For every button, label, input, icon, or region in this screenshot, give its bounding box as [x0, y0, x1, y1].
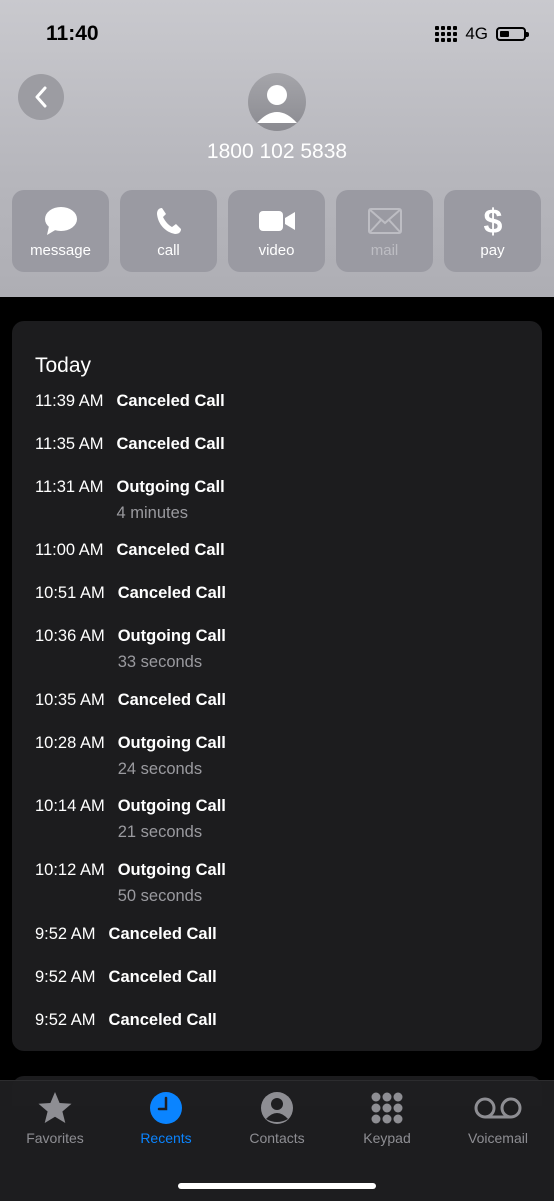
status-indicators: 4G: [435, 24, 529, 44]
call-duration: 50 seconds: [117, 887, 203, 905]
call-time: 10:12 AM: [35, 861, 105, 879]
video-camera-icon: [258, 211, 295, 231]
call-kind: Canceled Call: [108, 968, 217, 986]
action-buttons: message call video mail $ pay: [12, 190, 541, 272]
call-time: 10:36 AM: [35, 627, 105, 645]
battery-icon: [496, 27, 529, 41]
call-duration: 24 seconds: [117, 760, 203, 778]
call-row: 10:36 AM Outgoing Call 33 seconds: [35, 627, 226, 672]
contact-number: 1800 102 5838: [206, 140, 348, 163]
keypad-icon: [371, 1092, 403, 1124]
call-row: 11:31 AM Outgoing Call 4 minutes: [35, 478, 225, 523]
network-label: 4G: [465, 24, 488, 43]
tab-recents[interactable]: Recents: [111, 1091, 221, 1146]
call-kind: Canceled Call: [117, 691, 226, 709]
call-time: 11:00 AM: [35, 541, 104, 559]
call-row: 10:12 AM Outgoing Call 50 seconds: [35, 861, 226, 906]
mail-button[interactable]: mail: [336, 190, 433, 272]
tab-label: Contacts: [249, 1130, 305, 1146]
message-button[interactable]: message: [12, 190, 109, 272]
call-time: 9:52 AM: [35, 1011, 96, 1029]
tab-keypad[interactable]: Keypad: [332, 1091, 442, 1146]
call-time: 9:52 AM: [35, 925, 96, 943]
call-kind: Outgoing Call: [117, 734, 226, 752]
person-circle-icon: [261, 1092, 293, 1124]
phone-icon: [156, 208, 181, 234]
status-time: 11:40: [46, 22, 99, 45]
call-kind: Outgoing Call: [116, 478, 225, 496]
call-button[interactable]: call: [120, 190, 217, 272]
message-bubble-icon: [44, 207, 77, 235]
call-kind: Outgoing Call: [117, 797, 226, 815]
clock-icon: [150, 1092, 182, 1124]
call-time: 10:35 AM: [35, 691, 105, 709]
call-row: 10:28 AM Outgoing Call 24 seconds: [35, 734, 226, 779]
contact-header: 11:40 4G 1800 102 5838 message call vide…: [0, 0, 554, 297]
tab-label: Favorites: [26, 1130, 84, 1146]
call-label: call: [157, 242, 180, 259]
star-icon: [38, 1092, 72, 1123]
history-heading: Today: [35, 354, 92, 377]
call-duration: 33 seconds: [117, 653, 203, 671]
envelope-icon: [367, 208, 402, 234]
voicemail-icon: [474, 1097, 522, 1119]
back-button[interactable]: [18, 74, 64, 120]
call-row: 10:14 AM Outgoing Call 21 seconds: [35, 797, 226, 842]
call-duration: 21 seconds: [117, 823, 203, 841]
call-kind: Canceled Call: [116, 435, 225, 453]
call-history-card: Today 11:39 AM Canceled Call 11:35 AM Ca…: [12, 321, 542, 1051]
call-kind: Canceled Call: [116, 392, 225, 410]
mail-label: mail: [370, 242, 399, 259]
person-silhouette-icon: [257, 85, 297, 123]
call-row: 9:52 AM Canceled Call: [35, 1011, 217, 1030]
call-time: 11:35 AM: [35, 435, 104, 453]
tab-favorites[interactable]: Favorites: [0, 1091, 110, 1146]
tab-label: Voicemail: [468, 1130, 528, 1146]
chevron-left-icon: [35, 86, 47, 108]
call-row: 11:35 AM Canceled Call: [35, 435, 225, 454]
call-kind: Canceled Call: [108, 925, 217, 943]
pay-label: pay: [480, 242, 505, 259]
call-kind: Outgoing Call: [117, 627, 226, 645]
tab-label: Keypad: [363, 1130, 411, 1146]
call-row: 9:52 AM Canceled Call: [35, 968, 217, 987]
call-time: 10:51 AM: [35, 584, 105, 602]
call-kind: Canceled Call: [116, 541, 225, 559]
call-row: 10:51 AM Canceled Call: [35, 584, 226, 603]
pay-button[interactable]: $ pay: [444, 190, 541, 272]
call-time: 11:39 AM: [35, 392, 104, 410]
call-duration: 4 minutes: [116, 504, 189, 522]
tab-voicemail[interactable]: Voicemail: [443, 1091, 553, 1146]
video-button[interactable]: video: [228, 190, 325, 272]
call-time: 9:52 AM: [35, 968, 96, 986]
call-kind: Outgoing Call: [117, 861, 226, 879]
call-row: 11:00 AM Canceled Call: [35, 541, 225, 560]
signal-icon: [435, 26, 458, 42]
video-label: video: [258, 242, 295, 259]
svg-text:$: $: [483, 204, 502, 238]
call-row: 11:39 AM Canceled Call: [35, 392, 225, 411]
call-kind: Canceled Call: [117, 584, 226, 602]
tab-contacts[interactable]: Contacts: [222, 1091, 332, 1146]
call-row: 10:35 AM Canceled Call: [35, 691, 226, 710]
call-row: 9:52 AM Canceled Call: [35, 925, 217, 944]
avatar: [248, 73, 306, 131]
call-time: 11:31 AM: [35, 478, 104, 496]
call-kind: Canceled Call: [108, 1011, 217, 1029]
tab-label: Recents: [140, 1130, 192, 1146]
home-indicator[interactable]: [178, 1183, 376, 1189]
message-label: message: [30, 242, 91, 259]
call-time: 10:14 AM: [35, 797, 105, 815]
call-time: 10:28 AM: [35, 734, 105, 752]
dollar-icon: $: [483, 204, 502, 238]
